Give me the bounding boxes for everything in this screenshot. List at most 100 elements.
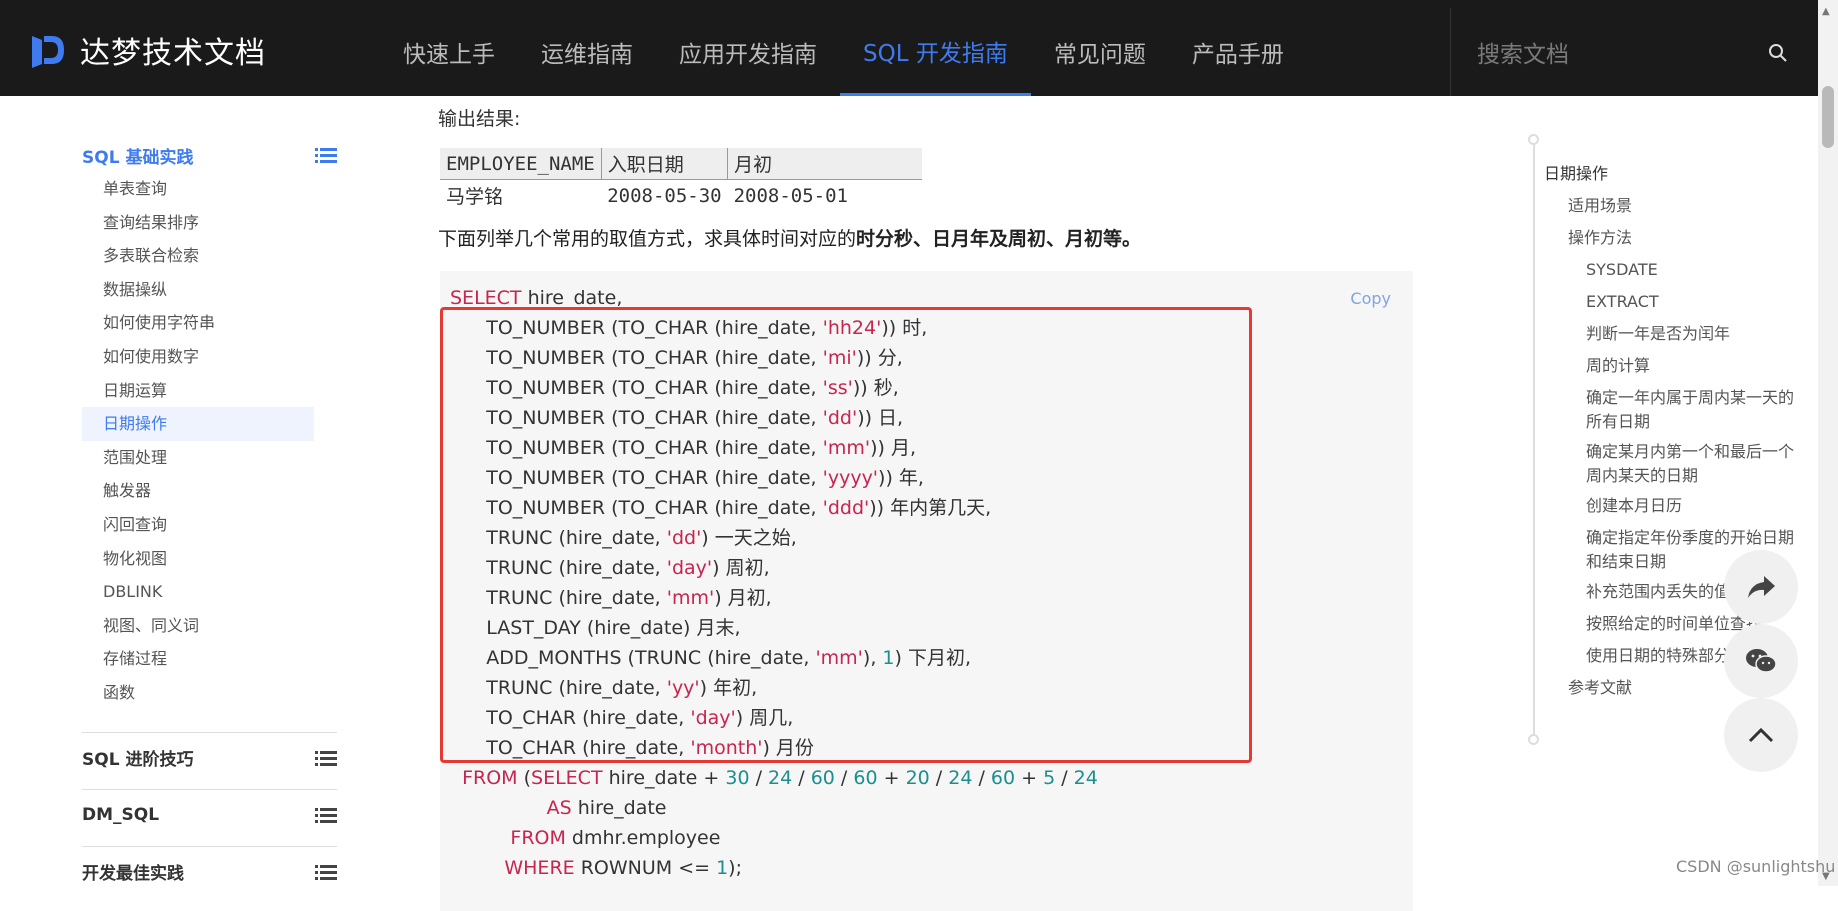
nav-quickstart[interactable]: 快速上手: [380, 8, 518, 96]
toc-item[interactable]: 操作方法: [1568, 226, 1800, 250]
code-line: FROM dmhr.employee: [450, 823, 1098, 853]
code-keyword: SELECT: [531, 767, 603, 789]
toc-item[interactable]: 判断一年是否为闰年: [1586, 322, 1800, 346]
sidebar-items: 单表查询 查询结果排序 多表联合检索 数据操纵 如何使用字符串 如何使用数字 日期运算 日期操…: [82, 172, 337, 710]
result-table: EMPLOYEE_NAME 入职日期 月初 马学铭 2008-05-30 200…: [440, 148, 922, 211]
table-row: 马学铭 2008-05-30 2008-05-01: [440, 180, 922, 212]
toc-item[interactable]: SYSDATE: [1586, 258, 1800, 282]
sidebar-item[interactable]: 闪回查询: [82, 508, 337, 542]
sidebar-item[interactable]: 视图、同义词: [82, 609, 337, 643]
sidebar-item[interactable]: 物化视图: [82, 542, 337, 576]
code-text: ROWNUM <=: [574, 857, 717, 879]
sidebar-group-header[interactable]: SQL 进阶技巧: [82, 741, 337, 775]
sidebar-item[interactable]: DBLINK: [82, 575, 337, 609]
code-number: 24: [1073, 767, 1098, 789]
sidebar-item[interactable]: 查询结果排序: [82, 206, 337, 240]
toc-item[interactable]: 确定一年内属于周内某一天的所有日期: [1586, 386, 1800, 434]
sidebar-item[interactable]: 日期操作: [82, 407, 314, 441]
code-text: (: [517, 767, 532, 789]
toc-item[interactable]: 日期操作: [1544, 162, 1800, 186]
code-text: +: [877, 767, 906, 789]
code-text: /: [1055, 767, 1074, 789]
code-number: 60: [990, 767, 1016, 789]
code-text: hire_date +: [602, 767, 726, 789]
wechat-button[interactable]: [1724, 624, 1798, 698]
description-bold: 时分秒、日月年及周初、月初等。: [856, 228, 1142, 250]
sidebar-item[interactable]: 范围处理: [82, 441, 337, 475]
nav-product-manual[interactable]: 产品手册: [1169, 8, 1307, 96]
copy-button[interactable]: Copy: [1350, 289, 1391, 308]
sidebar-item[interactable]: 多表联合检索: [82, 239, 337, 273]
back-to-top-button[interactable]: [1724, 698, 1798, 772]
code-line: WHERE ROWNUM <= 1);: [450, 853, 1098, 883]
search-icon[interactable]: [1768, 43, 1788, 63]
code-number: 5: [1043, 767, 1056, 789]
sidebar-item[interactable]: 数据操纵: [82, 273, 337, 307]
code-line: AS hire_date: [450, 793, 1098, 823]
sidebar-item[interactable]: 如何使用字符串: [82, 306, 337, 340]
sidebar-item[interactable]: 存储过程: [82, 642, 337, 676]
code-text: /: [792, 767, 811, 789]
sidebar-group-title: SQL 进阶技巧: [82, 750, 194, 770]
code-number: 20: [905, 767, 930, 789]
sidebar-group-best-practices: 开发最佳实践: [82, 855, 337, 889]
sidebar-group-title: DM_SQL: [82, 804, 160, 825]
main-nav: 快速上手 运维指南 应用开发指南 SQL 开发指南 常见问题 产品手册: [380, 8, 1307, 96]
code-keyword: FROM: [510, 827, 566, 849]
code-keyword: WHERE: [504, 857, 575, 879]
sidebar-group-header[interactable]: DM_SQL: [82, 798, 337, 832]
chevron-up-icon: [1748, 727, 1774, 743]
list-icon[interactable]: [315, 864, 337, 880]
code-text: +: [1015, 767, 1044, 789]
sidebar-item[interactable]: 单表查询: [82, 172, 337, 206]
code-keyword: AS: [546, 797, 572, 819]
toc-item[interactable]: 确定某月内第一个和最后一个周内某天的日期: [1586, 440, 1800, 488]
list-icon[interactable]: [315, 807, 337, 823]
code-text: hire_date: [571, 797, 667, 819]
code-number: 24: [768, 767, 793, 789]
list-icon[interactable]: [315, 147, 337, 163]
brand-logo[interactable]: 达梦技术文档: [30, 28, 266, 72]
table-cell: 2008-05-01: [733, 184, 848, 207]
search-box[interactable]: 搜索文档: [1450, 8, 1818, 96]
nav-sql-dev-guide[interactable]: SQL 开发指南: [840, 8, 1031, 96]
code-text: /: [834, 767, 854, 789]
sidebar-item[interactable]: 函数: [82, 676, 337, 710]
toc-item[interactable]: 周的计算: [1586, 354, 1800, 378]
scroll-thumb[interactable]: [1822, 86, 1834, 148]
code-number: 30: [725, 767, 750, 789]
code-number: 60: [810, 767, 835, 789]
sidebar-group-header[interactable]: SQL 基础实践: [82, 138, 337, 172]
nav-faq[interactable]: 常见问题: [1031, 8, 1169, 96]
page-scrollbar[interactable]: ▲ ▼: [1818, 0, 1838, 886]
toc-rail-top-dot: [1528, 134, 1539, 145]
sidebar-item[interactable]: 如何使用数字: [82, 340, 337, 374]
table-header-cell: 月初: [727, 148, 922, 180]
scroll-up-arrow-icon[interactable]: ▲: [1822, 6, 1830, 17]
code-text: );: [728, 857, 742, 879]
sidebar-group-header[interactable]: 开发最佳实践: [82, 855, 337, 889]
sidebar: SQL 基础实践 单表查询 查询结果排序 多表联合检索 数据操纵 如何使用字符串 如何使用…: [82, 96, 337, 889]
output-label: 输出结果:: [438, 108, 521, 130]
wechat-icon: [1746, 649, 1777, 673]
toc-item[interactable]: 适用场景: [1568, 194, 1800, 218]
sidebar-group-sql-basics: SQL 基础实践 单表查询 查询结果排序 多表联合检索 数据操纵 如何使用字符串 如何使用…: [82, 138, 337, 710]
share-button[interactable]: [1724, 550, 1798, 624]
sidebar-item[interactable]: 日期运算: [82, 374, 337, 408]
code-text: hire_date,: [521, 287, 623, 309]
sidebar-group-sql-advanced: SQL 进阶技巧: [82, 741, 337, 775]
sidebar-group-title: 开发最佳实践: [82, 864, 184, 884]
nav-ops-guide[interactable]: 运维指南: [518, 8, 656, 96]
nav-app-dev-guide[interactable]: 应用开发指南: [656, 8, 840, 96]
divider: [82, 788, 337, 790]
sidebar-item[interactable]: 触发器: [82, 474, 337, 508]
code-keyword: SELECT: [450, 287, 522, 309]
search-input[interactable]: 搜索文档: [1477, 35, 1818, 69]
list-icon[interactable]: [315, 750, 337, 766]
toc-item[interactable]: 创建本月日历: [1586, 494, 1800, 518]
toc-item[interactable]: EXTRACT: [1586, 290, 1800, 314]
code-text: /: [972, 767, 991, 789]
sidebar-group-dm-sql: DM_SQL: [82, 798, 337, 832]
